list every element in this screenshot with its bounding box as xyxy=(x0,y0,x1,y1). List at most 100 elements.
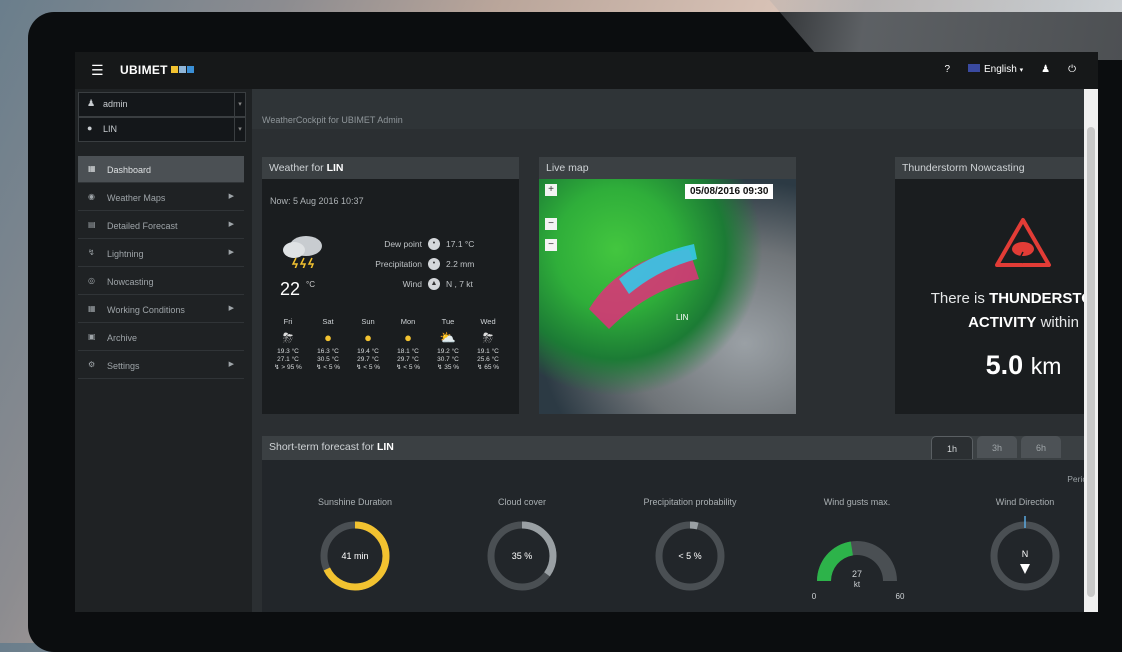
sidebar-item-settings[interactable]: ⚙ Settings ▶ xyxy=(78,352,244,379)
gauge-graphic: 35 % xyxy=(487,521,557,591)
storm-distance: 5.0 km xyxy=(985,350,1062,380)
tab-3h[interactable]: 3h xyxy=(977,436,1017,458)
sidebar-item-label: Nowcasting xyxy=(107,277,154,287)
target-icon: ◎ xyxy=(88,276,95,285)
gears-icon: ⚙ xyxy=(88,360,96,369)
zoom-out-button[interactable]: − xyxy=(545,218,557,230)
day-min-temp: 16.3 °C xyxy=(317,348,339,355)
chevron-right-icon: ▶ xyxy=(228,305,234,312)
help-button[interactable]: ? xyxy=(944,64,950,75)
scrollbar-thumb[interactable] xyxy=(1087,127,1095,597)
wind-icon: ▲ xyxy=(428,278,440,290)
wind-arrow-icon xyxy=(1020,564,1030,574)
power-icon[interactable]: ⏻ xyxy=(1068,64,1076,75)
tab-6h[interactable]: 6h xyxy=(1021,436,1061,458)
gauge-label: Wind Direction xyxy=(995,497,1055,507)
day-precip: ↯ 35 % xyxy=(436,364,460,371)
chevron-right-icon: ▶ xyxy=(228,249,234,256)
gauge-value: 41 min xyxy=(341,551,368,561)
gauge-label: Cloud cover xyxy=(497,497,547,507)
sun-icon: ● xyxy=(364,330,372,345)
chevron-right-icon: ▶ xyxy=(228,193,234,200)
map-timestamp: 05/08/2016 09:30 xyxy=(685,184,774,199)
day-max-temp: 30.7 °C xyxy=(437,356,459,363)
gauge-graphic: N xyxy=(990,516,1060,591)
flag-icon xyxy=(968,64,980,72)
day-name: Tue xyxy=(441,317,455,326)
zoom-in-button[interactable]: + xyxy=(545,184,557,196)
menu-icon[interactable]: ☰ xyxy=(91,62,104,79)
gauge-min: 0 xyxy=(812,592,817,601)
gauge-sunshine-duration: Sunshine Duration 41 min xyxy=(295,497,415,601)
grid-icon: ▦ xyxy=(88,164,96,173)
page-header: WeatherCockpit for UBIMET Admin xyxy=(252,89,1098,129)
sidebar-item-label: Lightning xyxy=(107,249,144,259)
gauge-max: 60 xyxy=(896,592,905,601)
location-select-value: LIN xyxy=(103,124,118,134)
dew-point-row: Dew point • 17.1 °C xyxy=(384,238,475,250)
nowcasting-panel: Thunderstorm Nowcasting There is THUNDER… xyxy=(895,157,1098,414)
chevron-right-icon: ▶ xyxy=(228,221,234,228)
gauge-value: 35 % xyxy=(512,551,533,561)
raindrop-icon: • xyxy=(428,258,440,270)
sidebar-item-weather-maps[interactable]: ◉ Weather Maps ▶ xyxy=(78,184,244,211)
nowcasting-message: There is THUNDERSTORM ACTIVITY within xyxy=(930,290,1098,331)
day-min-temp: 19.1 °C xyxy=(477,348,499,355)
day-max-temp: 30.5 °C xyxy=(317,356,339,363)
language-select[interactable]: English ▾ xyxy=(968,64,1023,75)
sidebar-item-label: Working Conditions xyxy=(107,305,185,315)
thunderstorm-icon xyxy=(283,236,322,268)
day-forecast: Sat ● 16.3 °C 30.5 °C ↯ < 5 % xyxy=(308,317,348,372)
day-forecast: Tue ⛅ 19.2 °C 30.7 °C ↯ 35 % xyxy=(428,317,468,372)
current-time: Now: 5 Aug 2016 10:37 xyxy=(270,196,364,206)
wind-direction-label: N xyxy=(1022,549,1029,559)
day-min-temp: 18.1 °C xyxy=(397,348,419,355)
location-select[interactable]: ● LIN ▾ xyxy=(78,117,246,142)
sidebar-item-working-conditions[interactable]: ▦ Working Conditions ▶ xyxy=(78,296,244,323)
precipitation-row: Precipitation • 2.2 mm xyxy=(375,258,475,270)
chevron-down-icon: ▾ xyxy=(234,93,245,116)
day-forecast: Fri ⛈ 19.3 °C 27.1 °C ↯ > 95 % xyxy=(268,317,308,372)
current-temperature: 22 °C xyxy=(280,279,316,299)
day-precip: ↯ < 5 % xyxy=(355,364,381,371)
gauge-label: Wind gusts max. xyxy=(823,497,891,507)
gauge-value: < 5 % xyxy=(678,551,701,561)
gauge-cloud-cover: Cloud cover 35 % xyxy=(462,497,582,601)
gauge-graphic: 41 min xyxy=(320,521,390,591)
chevron-down-icon: ▾ xyxy=(234,118,245,141)
user-icon[interactable]: ♟ xyxy=(1041,64,1050,75)
sidebar-item-dashboard[interactable]: ▦ Dashboard xyxy=(78,156,244,183)
tab-1h[interactable]: 1h xyxy=(931,436,973,459)
sidebar-item-nowcasting[interactable]: ◎ Nowcasting xyxy=(78,268,244,295)
gauge-precipitation-probability: Precipitation probability < 5 % xyxy=(630,497,750,601)
map-marker-icon: ● xyxy=(87,123,93,133)
chevron-right-icon: ▶ xyxy=(228,361,234,368)
day-forecast: Sun ● 19.4 °C 29.7 °C ↯ < 5 % xyxy=(348,317,388,372)
storm-icon: ⛈ xyxy=(482,330,494,345)
sidebar-item-detailed-forecast[interactable]: ▤ Detailed Forecast ▶ xyxy=(78,212,244,239)
radar-map[interactable]: 05/08/2016 09:30 + − − LIN xyxy=(539,179,796,414)
sidebar-item-label: Dashboard xyxy=(107,165,152,175)
top-navbar: ☰ UBIMET ? English ▾ ♟ ⏻ xyxy=(75,52,1098,89)
day-name: Wed xyxy=(480,317,496,326)
zoom-out-button[interactable]: − xyxy=(545,239,557,251)
user-select[interactable]: ♟ admin ▾ xyxy=(78,92,246,117)
map-city-label: LIN xyxy=(676,313,689,322)
day-precip: ↯ 65 % xyxy=(476,364,500,371)
sidebar-item-archive[interactable]: ▣ Archive xyxy=(78,324,244,351)
brand-logo[interactable]: UBIMET xyxy=(120,63,194,77)
gauge-wind-direction: Wind Direction N xyxy=(965,497,1085,601)
storm-icon: ⛈ xyxy=(282,330,294,345)
day-precip: ↯ < 5 % xyxy=(395,364,421,371)
gauge-unit: kt xyxy=(854,580,861,589)
day-name: Fri xyxy=(283,317,293,326)
user-select-value: admin xyxy=(103,99,128,109)
gauge-label: Precipitation probability xyxy=(643,497,737,507)
sidebar-item-lightning[interactable]: ↯ Lightning ▶ xyxy=(78,240,244,267)
scrollbar[interactable] xyxy=(1084,89,1098,612)
day-precip: ↯ > 95 % xyxy=(274,364,302,371)
weather-panel-title: Weather for LIN xyxy=(262,157,519,179)
sun-icon: ● xyxy=(324,330,332,345)
gauge-value: 27 xyxy=(852,569,862,579)
nowcasting-title: Thunderstorm Nowcasting xyxy=(895,157,1098,179)
